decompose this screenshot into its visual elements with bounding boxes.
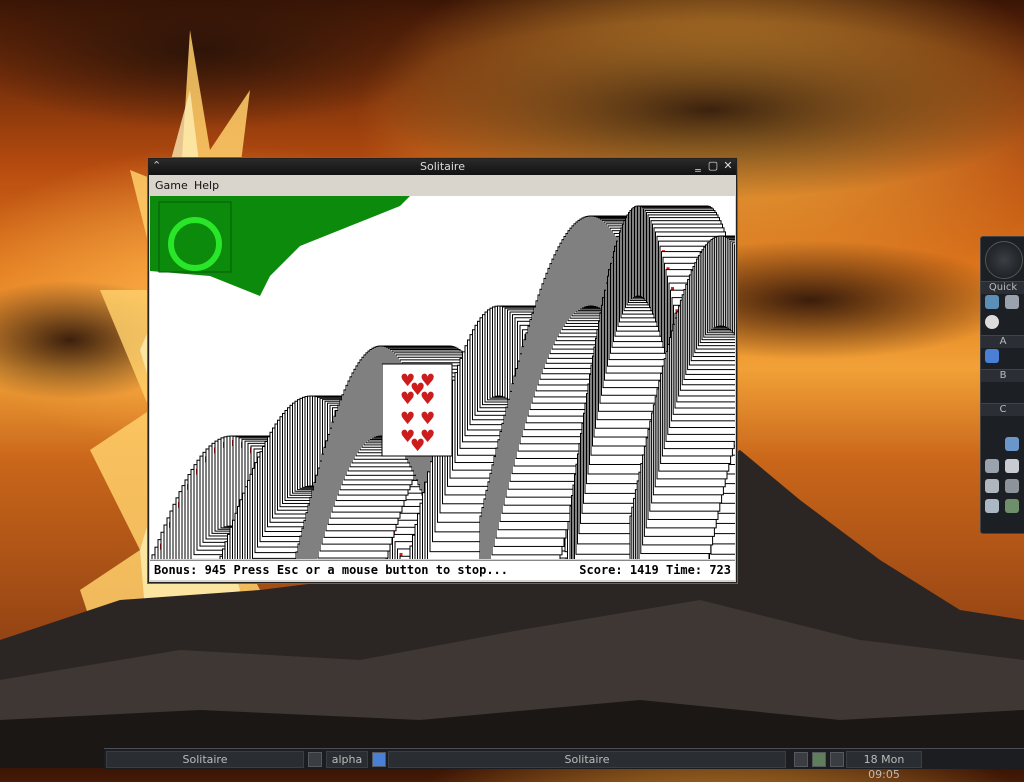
- status-bonus-text: Bonus: 945 Press Esc or a mouse button t…: [154, 563, 509, 577]
- app-launcher-icon[interactable]: [372, 752, 386, 767]
- menu-help[interactable]: Help: [194, 179, 219, 192]
- browser-icon[interactable]: [985, 295, 999, 309]
- workspace-alpha[interactable]: alpha: [326, 751, 368, 768]
- taskbar: Solitaire alpha Solitaire 18 Mon 09:05: [104, 748, 1024, 781]
- tray-volume-icon[interactable]: [812, 752, 826, 767]
- solitaire-window: ⌃ Solitaire ‗ ▢ ✕ Game Help ♥ ♥ ♥ ♥ ♥ ♥ ♥ ♥ ♥ ♥ B…: [148, 158, 737, 583]
- heart-pip-icon: ♥: [410, 436, 425, 456]
- tray-window-icon[interactable]: [830, 752, 844, 767]
- felt-remnant: [150, 196, 410, 296]
- maximize-icon[interactable]: ▢: [707, 160, 719, 172]
- files-icon[interactable]: [1005, 295, 1019, 309]
- disk-icon[interactable]: [985, 479, 999, 493]
- status-score-time: Score: 1419 Time: 723: [579, 563, 731, 577]
- monitor-icon[interactable]: [985, 499, 999, 513]
- tray-network-icon[interactable]: [794, 752, 808, 767]
- cascade-card-outline: [733, 244, 735, 336]
- side-dock: Quick A B C: [980, 236, 1024, 534]
- task-solitaire-1[interactable]: Solitaire: [106, 751, 304, 768]
- status-bar: Bonus: 945 Press Esc or a mouse button t…: [150, 560, 735, 580]
- terminal-icon[interactable]: [1005, 499, 1019, 513]
- dock-section-quick: Quick: [981, 281, 1024, 294]
- printer-icon[interactable]: [1005, 459, 1019, 473]
- minimize-icon[interactable]: ‗: [692, 160, 704, 172]
- task-solitaire-2[interactable]: Solitaire: [388, 751, 786, 768]
- taskbar-clock: 18 Mon 09:05: [846, 751, 922, 781]
- dock-section-c: C: [981, 403, 1024, 416]
- media-icon[interactable]: [985, 315, 999, 329]
- app-icon[interactable]: [985, 349, 999, 363]
- clock-icon: [985, 241, 1023, 279]
- settings-icon[interactable]: [1005, 479, 1019, 493]
- cascade-animation: ♥ ♥♥ ♥♥♥ ♥♥ ♥♥: [150, 196, 735, 559]
- heart-pip-icon: ♥: [420, 409, 435, 429]
- close-icon[interactable]: ✕: [722, 160, 734, 172]
- desktop-switch-icon[interactable]: [308, 752, 322, 767]
- window-titlebar[interactable]: ⌃ Solitaire ‗ ▢ ✕: [149, 159, 736, 175]
- web-icon[interactable]: [1005, 437, 1019, 451]
- window-title: Solitaire: [420, 160, 465, 173]
- heart-pip-icon: ♥: [410, 380, 425, 400]
- tool-icon[interactable]: [985, 459, 999, 473]
- dock-section-a: A: [981, 335, 1024, 348]
- menu-game[interactable]: Game: [155, 179, 188, 192]
- game-area[interactable]: ♥ ♥ ♥ ♥ ♥ ♥ ♥ ♥ ♥ ♥: [150, 196, 735, 559]
- heart-pip-icon: ♥: [400, 409, 415, 429]
- dock-section-b: B: [981, 369, 1024, 382]
- menu-bar: Game Help: [149, 175, 736, 195]
